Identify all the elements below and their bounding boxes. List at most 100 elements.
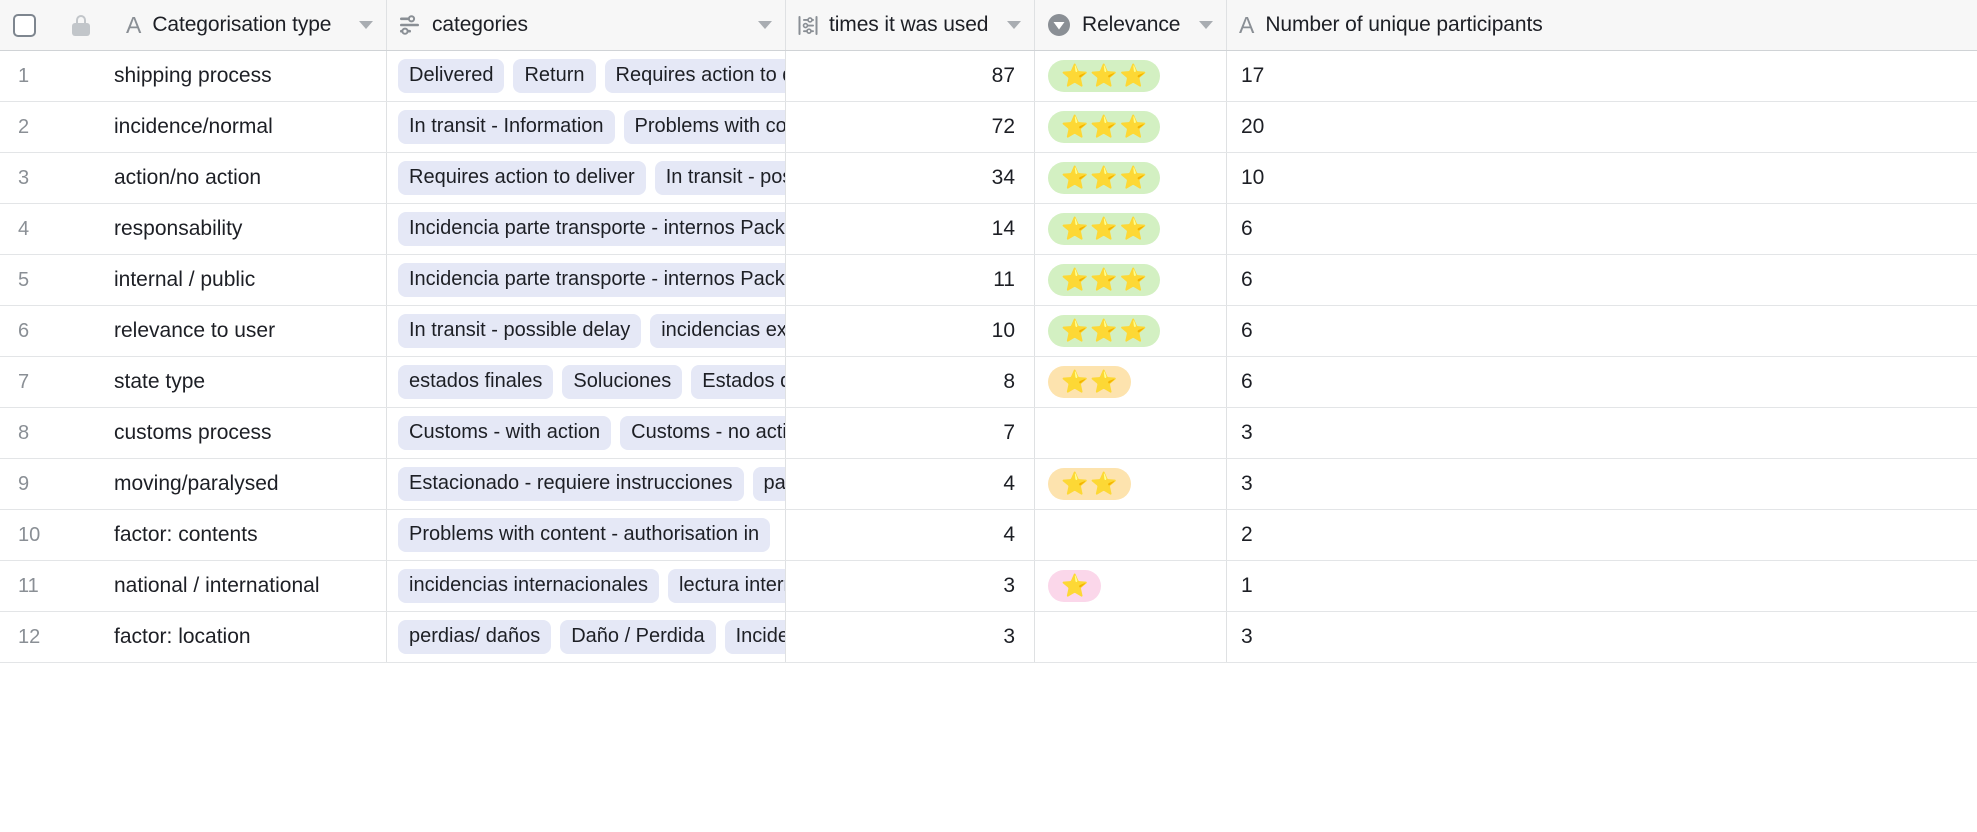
column-header-number-of-unique-participants[interactable]: A Number of unique participants xyxy=(1227,0,1977,50)
cell-categorisation-type[interactable]: customs process xyxy=(114,408,387,458)
select-all-cell[interactable] xyxy=(0,0,48,50)
cell-relevance[interactable]: ⭐ ⭐ ⭐ xyxy=(1035,204,1227,254)
cell-categorisation-type[interactable]: shipping process xyxy=(114,51,387,101)
star-icon: ⭐ xyxy=(1119,63,1148,88)
cell-categorisation-type[interactable]: factor: contents xyxy=(114,510,387,560)
column-header-label: Relevance xyxy=(1082,13,1181,36)
row-number: 2 xyxy=(18,115,30,138)
cell-categories[interactable]: In transit - Information Problems with co… xyxy=(387,102,786,152)
star-icon: ⭐ xyxy=(1119,114,1148,139)
category-tag: incidencias externas xyxy=(650,314,785,348)
cell-times-it-was-used[interactable]: 34 xyxy=(786,153,1035,203)
cell-times-it-was-used[interactable]: 87 xyxy=(786,51,1035,101)
text-A-icon: A xyxy=(126,11,142,38)
cell-times-it-was-used[interactable]: 14 xyxy=(786,204,1035,254)
cell-relevance[interactable]: ⭐ ⭐ ⭐ xyxy=(1035,255,1227,305)
cell-categories[interactable]: Problems with content - authorisation in xyxy=(387,510,786,560)
cell-categorisation-type[interactable]: responsability xyxy=(114,204,387,254)
cell-number-of-unique-participants[interactable]: 6 xyxy=(1227,255,1977,305)
cell-relevance[interactable]: ⭐ ⭐ ⭐ xyxy=(1035,51,1227,101)
cell-times-it-was-used[interactable]: 3 xyxy=(786,561,1035,611)
cell-times-it-was-used[interactable]: 4 xyxy=(786,459,1035,509)
star-icon: ⭐ xyxy=(1119,267,1148,292)
cell-categories[interactable]: Estacionado - requiere instruccionespara… xyxy=(387,459,786,509)
relevance-rating-badge: ⭐ ⭐ ⭐ xyxy=(1048,162,1161,194)
star-icon: ⭐ xyxy=(1119,165,1148,190)
cell-times-it-was-used[interactable]: 8 xyxy=(786,357,1035,407)
table-row[interactable]: 2 incidence/normal In transit - Informatio… xyxy=(0,102,1977,153)
column-header-label: times it was used xyxy=(829,13,989,36)
cell-number-of-unique-participants[interactable]: 3 xyxy=(1227,612,1977,662)
cell-categorisation-type[interactable]: action/no action xyxy=(114,153,387,203)
table-row[interactable]: 4 responsability Incidencia parte transpor… xyxy=(0,204,1977,255)
column-header-categorisation-type[interactable]: A Categorisation type xyxy=(114,0,387,50)
table-row[interactable]: 3 action/no action Requires action to deli… xyxy=(0,153,1977,204)
cell-number-of-unique-participants[interactable]: 1 xyxy=(1227,561,1977,611)
cell-number-of-unique-participants[interactable]: 17 xyxy=(1227,51,1977,101)
cell-relevance[interactable]: ⭐ ⭐ xyxy=(1035,459,1227,509)
chevron-down-icon[interactable] xyxy=(758,21,772,29)
cell-relevance[interactable]: ⭐ xyxy=(1035,561,1227,611)
cell-categories[interactable]: perdias/ dañosDaño / PerdidaIncidencia xyxy=(387,612,786,662)
relevance-rating-badge: ⭐ ⭐ xyxy=(1048,468,1131,500)
cell-relevance[interactable] xyxy=(1035,510,1227,560)
table-row[interactable]: 9 moving/paralysed Estacionado - requiere … xyxy=(0,459,1977,510)
table-row[interactable]: 1 shipping process Delivered Return Requires… xyxy=(0,51,1977,102)
table-row[interactable]: 12 factor: location perdias/ daños Daño / P… xyxy=(0,612,1977,663)
cell-categories[interactable]: Incidencia parte transporte - internos P… xyxy=(387,204,786,254)
cell-categorisation-type[interactable]: moving/paralysed xyxy=(114,459,387,509)
cell-number-of-unique-participants[interactable]: 3 xyxy=(1227,459,1977,509)
cell-relevance[interactable]: ⭐ ⭐ ⭐ xyxy=(1035,102,1227,152)
row-number: 10 xyxy=(18,523,41,546)
chevron-down-icon[interactable] xyxy=(1007,21,1021,29)
cell-times-it-was-used[interactable]: 10 xyxy=(786,306,1035,356)
cell-relevance[interactable]: ⭐ ⭐ xyxy=(1035,357,1227,407)
category-tag: Incidencia parte transporte - internos P… xyxy=(398,212,785,246)
cell-times-it-was-used[interactable]: 72 xyxy=(786,102,1035,152)
cell-categories[interactable]: Customs - with actionCustoms - no action xyxy=(387,408,786,458)
cell-relevance[interactable] xyxy=(1035,612,1227,662)
cell-number-of-unique-participants[interactable]: 6 xyxy=(1227,306,1977,356)
cell-categories[interactable]: estados finalesSolucionesEstados de tran… xyxy=(387,357,786,407)
cell-relevance[interactable]: ⭐ ⭐ ⭐ xyxy=(1035,153,1227,203)
table-row[interactable]: 11 national / international incidencias in… xyxy=(0,561,1977,612)
cell-categorisation-type[interactable]: national / international xyxy=(114,561,387,611)
cell-categorisation-type[interactable]: factor: location xyxy=(114,612,387,662)
cell-number-of-unique-participants[interactable]: 2 xyxy=(1227,510,1977,560)
chevron-down-icon[interactable] xyxy=(1199,21,1213,29)
cell-number-of-unique-participants[interactable]: 20 xyxy=(1227,102,1977,152)
table-row[interactable]: 6 relevance to user In transit - possible … xyxy=(0,306,1977,357)
cell-categories[interactable]: Requires action to deliver In transit - p… xyxy=(387,153,786,203)
table-row[interactable]: 5 internal / public Incidencia parte trans… xyxy=(0,255,1977,306)
star-icon: ⭐ xyxy=(1061,63,1089,88)
column-header-categories[interactable]: categories xyxy=(387,0,786,50)
cell-number-of-unique-participants[interactable]: 10 xyxy=(1227,153,1977,203)
cell-number-of-unique-participants[interactable]: 6 xyxy=(1227,357,1977,407)
cell-number-of-unique-participants[interactable]: 6 xyxy=(1227,204,1977,254)
column-header-label: categories xyxy=(432,13,528,36)
cell-relevance[interactable] xyxy=(1035,408,1227,458)
chevron-down-icon[interactable] xyxy=(359,21,373,29)
cell-times-it-was-used[interactable]: 11 xyxy=(786,255,1035,305)
cell-categorisation-type[interactable]: state type xyxy=(114,357,387,407)
cell-number-of-unique-participants[interactable]: 3 xyxy=(1227,408,1977,458)
table-row[interactable]: 8 customs process Customs - with action Cus… xyxy=(0,408,1977,459)
cell-categorisation-type[interactable]: incidence/normal xyxy=(114,102,387,152)
cell-categories[interactable]: Incidencia parte transporte - internos P… xyxy=(387,255,786,305)
table-row[interactable]: 10 factor: contents Problems with content … xyxy=(0,510,1977,561)
cell-categories[interactable]: incidencias internacionales lectura inter… xyxy=(387,561,786,611)
cell-relevance[interactable]: ⭐ ⭐ ⭐ xyxy=(1035,306,1227,356)
table-row[interactable]: 7 state type estados finales Soluciones Esta… xyxy=(0,357,1977,408)
column-header-relevance[interactable]: Relevance xyxy=(1035,0,1227,50)
cell-times-it-was-used[interactable]: 3 xyxy=(786,612,1035,662)
cell-times-it-was-used[interactable]: 4 xyxy=(786,510,1035,560)
select-all-checkbox[interactable] xyxy=(12,13,36,37)
cell-categories[interactable]: DeliveredReturnRequires action to delive… xyxy=(387,51,786,101)
cell-categories[interactable]: In transit - possible delay incidencias e… xyxy=(387,306,786,356)
multi-select-icon xyxy=(399,15,421,35)
cell-times-it-was-used[interactable]: 7 xyxy=(786,408,1035,458)
category-tag: Problems with content - authorisation in xyxy=(398,518,771,552)
column-header-times-it-was-used[interactable]: times it was used xyxy=(786,0,1035,50)
cell-categorisation-type[interactable]: internal / public xyxy=(114,255,387,305)
cell-categorisation-type[interactable]: relevance to user xyxy=(114,306,387,356)
